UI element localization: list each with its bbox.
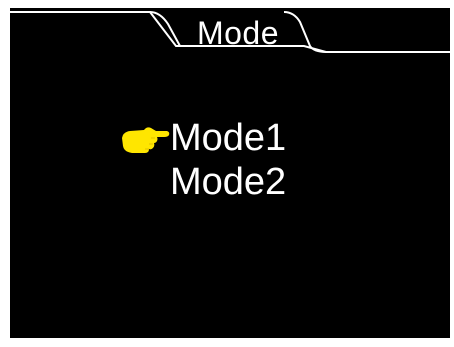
hand-pointing-right-icon bbox=[122, 127, 170, 153]
menu-item-mode2[interactable]: Mode2 bbox=[170, 160, 286, 204]
display-screen: Mode Mode1 Mode2 bbox=[10, 8, 450, 338]
menu-item-label: Mode2 bbox=[170, 161, 287, 203]
menu-item-label: Mode1 bbox=[170, 117, 287, 159]
menu-item-mode1[interactable]: Mode1 bbox=[122, 116, 287, 160]
page-title: Mode bbox=[196, 15, 280, 51]
mode-menu: Mode1 Mode2 bbox=[122, 116, 287, 204]
